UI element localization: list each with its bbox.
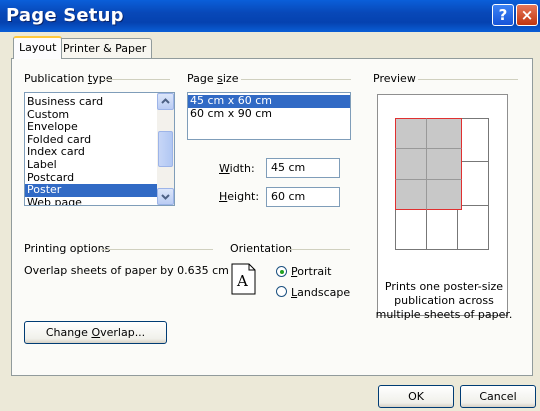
height-field[interactable]: 60 cm xyxy=(266,187,340,207)
portrait-page-icon: A xyxy=(231,263,256,295)
width-field[interactable]: 45 cm xyxy=(266,158,340,178)
change-overlap-button[interactable]: Change Overlap... xyxy=(24,321,167,344)
list-item[interactable]: Business card xyxy=(25,95,174,109)
chevron-up-icon xyxy=(161,98,170,104)
publication-type-list[interactable]: Business card Custom Envelope Folded card In… xyxy=(24,92,175,206)
printing-options-label: Printing options xyxy=(24,242,111,255)
page-size-list[interactable]: 45 cm x 60 cm 60 cm x 90 cm xyxy=(187,92,351,140)
orientation-label: Orientation xyxy=(230,242,293,255)
divider xyxy=(288,249,350,250)
scroll-up-button[interactable] xyxy=(157,93,174,110)
list-item[interactable]: Label xyxy=(25,158,174,172)
svg-text:A: A xyxy=(236,272,248,290)
chevron-down-icon xyxy=(161,194,170,200)
scrollbar[interactable] xyxy=(157,93,174,205)
divider xyxy=(241,79,351,80)
list-item[interactable]: 60 cm x 90 cm xyxy=(188,107,350,121)
list-item[interactable]: Envelope xyxy=(25,121,174,134)
list-item[interactable]: Poster xyxy=(25,184,174,197)
publication-type-label: Publication type xyxy=(24,72,113,85)
tab-printer-and-paper[interactable]: Printer & Paper xyxy=(57,38,153,58)
preview-description: Prints one poster-size publication acros… xyxy=(375,280,513,321)
divider xyxy=(104,79,170,80)
divider xyxy=(418,79,518,80)
overlap-text: Overlap sheets of paper by 0.635 cm xyxy=(24,264,229,277)
landscape-label: Landscape xyxy=(291,286,351,299)
landscape-radio[interactable] xyxy=(276,286,287,297)
preview-label: Preview xyxy=(373,72,416,85)
window-title: Page Setup xyxy=(6,5,124,26)
ok-button[interactable]: OK xyxy=(378,385,454,408)
list-item[interactable]: 45 cm x 60 cm xyxy=(188,94,350,108)
tab-layout[interactable]: Layout xyxy=(13,36,63,59)
divider xyxy=(101,249,213,250)
help-button[interactable]: ? xyxy=(492,4,514,26)
scroll-thumb[interactable] xyxy=(158,131,173,167)
list-item[interactable]: Web page xyxy=(25,196,174,205)
cancel-button[interactable]: Cancel xyxy=(460,385,536,408)
page-size-label: Page size xyxy=(187,72,239,85)
close-button[interactable]: × xyxy=(516,4,538,26)
height-label: Height: xyxy=(219,190,260,203)
title-bar: Page Setup ? × xyxy=(0,0,540,32)
width-label: Width: xyxy=(219,162,255,175)
poster-area xyxy=(395,118,462,210)
portrait-label: Portrait xyxy=(291,265,332,278)
scroll-down-button[interactable] xyxy=(157,188,174,205)
portrait-radio[interactable] xyxy=(276,266,287,277)
